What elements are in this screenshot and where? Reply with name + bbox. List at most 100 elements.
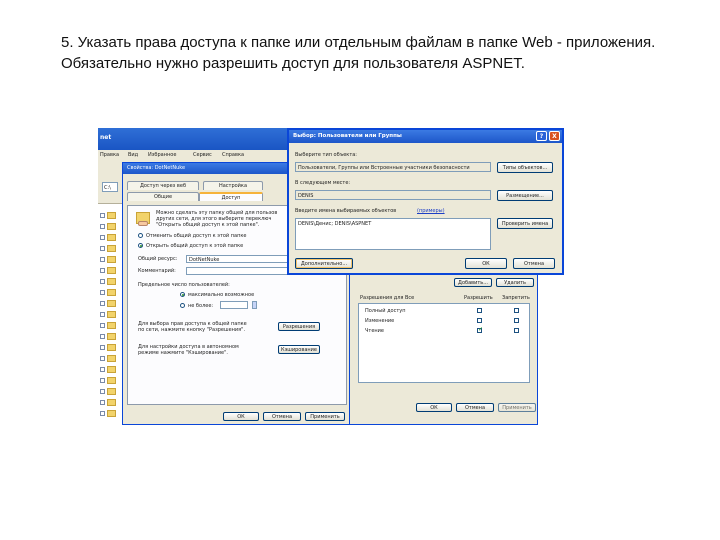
tree-folder[interactable] [100,212,118,219]
tab-general[interactable]: Общие [127,192,199,201]
folder-icon [107,311,116,318]
tree-folder[interactable] [100,377,118,384]
permission-label: Полный доступ [365,308,406,314]
tree-folder[interactable] [100,256,118,263]
folder-icon [107,388,116,395]
menu-view[interactable]: Вид [128,152,138,158]
deny-checkbox[interactable] [514,308,519,313]
caching-button[interactable]: Кэширование [278,345,320,354]
folder-icon [107,322,116,329]
menu-edit[interactable]: Правка [100,152,119,158]
user-count-input[interactable] [220,301,248,309]
permissions-text: по сети, нажмите кнопку "Разрешения". [138,327,246,333]
allow-checkbox[interactable] [477,318,482,323]
add-button[interactable]: Добавить... [454,278,492,287]
properties-ok-button[interactable]: ОК [223,412,259,421]
tree-folder[interactable] [100,355,118,362]
allow-checkbox[interactable] [477,308,482,313]
no-share-radio[interactable] [138,233,143,238]
object-names-value: DENIS\Денис; DENIS\ASPNET [298,221,372,227]
caching-text: режиме нажмите "Кэширование". [138,350,229,356]
share-hand-icon [138,221,148,226]
permission-label: Изменение [365,318,395,324]
permissions-table: Полный доступ Изменение Чтение [358,303,530,383]
explorer-titlebar: net [98,128,288,150]
permissions-header: Разрешения для Все [360,295,415,301]
properties-apply-button[interactable]: Применить [305,412,345,421]
permissions-button[interactable]: Разрешения [278,322,320,331]
share-name-label: Общий ресурс: [138,256,178,262]
tab-web-sharing[interactable]: Доступ через веб [127,181,199,190]
object-types-label: Выберите тип объекта: [295,152,357,158]
folder-icon [107,212,116,219]
object-names-input[interactable]: DENIS\Денис; DENIS\ASPNET [295,218,491,250]
permissions-cancel-button[interactable]: Отмена [456,403,494,412]
tree-folder[interactable] [100,366,118,373]
folder-icon [107,366,116,373]
location-field: DENIS [295,190,491,200]
tree-folder[interactable] [100,300,118,307]
max-users-label: максимально возможное [188,292,255,298]
folder-icon [107,355,116,362]
tab-sharing[interactable]: Доступ [199,192,263,201]
tree-folder[interactable] [100,410,118,417]
allow-checkbox[interactable] [477,326,483,333]
select-cancel-button[interactable]: Отмена [513,258,555,269]
deny-checkbox[interactable] [514,328,519,333]
tab-settings[interactable]: Настройка [203,181,263,190]
drive-folder-box[interactable]: C:\ [102,182,118,192]
limit-users-radio[interactable] [180,303,185,308]
max-users-radio[interactable] [180,292,185,297]
locations-button[interactable]: Размещение... [497,190,553,201]
deny-checkbox[interactable] [514,318,519,323]
folder-icon [107,289,116,296]
permission-label: Чтение [365,328,385,334]
user-count-spinner[interactable] [252,301,257,309]
menu-favorites[interactable]: Избранное [148,152,176,158]
folder-icon [107,234,116,241]
folder-icon [107,267,116,274]
share-radio[interactable] [138,243,143,248]
folder-icon [107,300,116,307]
tree-folder[interactable] [100,234,118,241]
folder-icon [107,344,116,351]
tree-folder[interactable] [100,311,118,318]
folder-tree [98,204,122,425]
tree-folder[interactable] [100,399,118,406]
tree-folder[interactable] [100,333,118,340]
folder-icon [107,333,116,340]
menu-help[interactable]: Справка [222,152,244,158]
intro-line: "Открыть общий доступ к этой папке". [156,222,260,228]
check-names-button[interactable]: Проверить имена [497,218,553,229]
advanced-button[interactable]: Дополнительно... [295,258,353,269]
close-icon[interactable]: X [549,131,560,141]
help-icon[interactable]: ? [536,131,547,141]
tree-folder[interactable] [100,245,118,252]
object-types-button[interactable]: Типы объектов... [497,162,553,173]
col-allow: Разрешить [464,295,493,301]
tree-folder[interactable] [100,223,118,230]
share-label: Открыть общий доступ к этой папке [146,243,244,249]
screenshot: net Правка Вид Избранное Сервис Справка … [98,128,566,425]
tree-folder[interactable] [100,388,118,395]
permissions-apply-button[interactable]: Применить [498,403,536,412]
no-share-label: Отменить общий доступ к этой папке [146,233,247,239]
select-users-dialog: Выбор: Пользователи или Группы ? X Выбер… [287,128,564,275]
tree-folder[interactable] [100,289,118,296]
tree-folder[interactable] [100,267,118,274]
permissions-ok-button[interactable]: ОК [416,403,452,412]
menu-tools[interactable]: Сервис [193,152,212,158]
folder-icon [107,245,116,252]
remove-button[interactable]: Удалить [496,278,534,287]
folder-icon [107,256,116,263]
explorer-menubar: Правка Вид Избранное Сервис Справка [98,150,288,160]
tree-folder[interactable] [100,322,118,329]
properties-cancel-button[interactable]: Отмена [263,412,301,421]
examples-link[interactable]: (примеры) [417,208,445,214]
select-ok-button[interactable]: ОК [465,258,507,269]
tree-folder[interactable] [100,278,118,285]
properties-title: Свойства: DotNetNuke [127,165,186,171]
folder-icon [107,399,116,406]
folder-icon [107,223,116,230]
tree-folder[interactable] [100,344,118,351]
